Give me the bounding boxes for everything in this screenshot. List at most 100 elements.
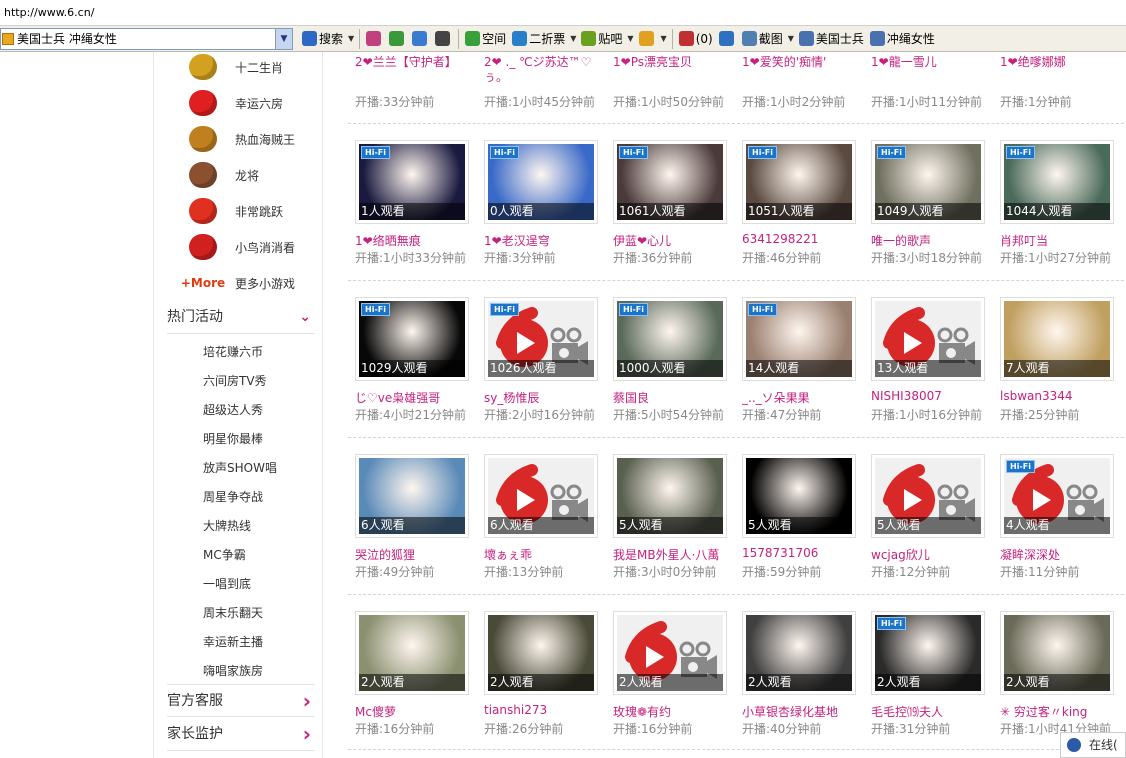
stream-card[interactable]: 5人观看 1578731706 开播:59分钟前	[742, 454, 867, 584]
toolbar-button[interactable]: 美国士兵	[796, 28, 867, 50]
stream-card[interactable]: 6人观看 壞ぁぇ乖 开播:13分钟前	[484, 454, 609, 584]
chevron-down-icon[interactable]: ⌄	[299, 301, 311, 334]
stream-thumbnail[interactable]: 6人观看	[488, 458, 594, 534]
activity-link[interactable]: 一唱到底	[203, 575, 251, 592]
stream-thumbnail-frame[interactable]: Hi-Fi 1人观看	[355, 140, 469, 224]
activity-link[interactable]: 六间房TV秀	[203, 372, 267, 389]
stream-name[interactable]: 2❤ ._ ℃ジ苏达™♡ぅ。	[484, 55, 604, 85]
stream-thumbnail[interactable]: Hi-Fi 4人观看	[1004, 458, 1110, 534]
stream-thumbnail[interactable]: 2人观看	[359, 615, 465, 691]
stream-card[interactable]: Hi-Fi 1051人观看 6341298221 开播:46分钟前	[742, 140, 867, 270]
stream-card[interactable]: 2人观看 tianshi273 开播:26分钟前	[484, 611, 609, 741]
stream-card[interactable]: 2人观看 Mc傻萝 开播:16分钟前	[355, 611, 480, 741]
stream-thumbnail-frame[interactable]: Hi-Fi 1000人观看	[613, 297, 727, 381]
search-input[interactable]: 美国士兵 冲绳女性 ▼	[0, 27, 293, 50]
address-bar[interactable]: http://www.6.cn/	[0, 0, 1126, 26]
official-service-link[interactable]: 官方客服 ›	[167, 684, 315, 717]
chevron-down-icon[interactable]: ▼	[625, 34, 635, 43]
stream-name[interactable]: 毛毛控⒆夫人	[871, 703, 996, 720]
stream-thumbnail-frame[interactable]: 2人观看	[613, 611, 727, 695]
stream-name[interactable]: 我是MB外星人·八萬	[613, 546, 738, 563]
stream-card[interactable]: Hi-Fi 1049人观看 唯一的歌声 开播:3小时18分钟前	[871, 140, 996, 270]
stream-name[interactable]: 蔡国良	[613, 389, 738, 406]
hot-activities-header[interactable]: 热门活动 ⌄	[167, 301, 315, 334]
stream-thumbnail[interactable]: Hi-Fi 1044人观看	[1004, 144, 1110, 220]
stream-name[interactable]: _.._ソ朵果果	[742, 389, 867, 406]
stream-thumbnail[interactable]: 7人观看	[1004, 301, 1110, 377]
activity-link[interactable]: 周末乐翻天	[203, 604, 263, 621]
activity-link[interactable]: 嗨唱家族房	[203, 662, 263, 679]
chevron-right-icon[interactable]: ›	[303, 685, 311, 718]
online-status[interactable]: 在线(	[1060, 732, 1126, 758]
stream-name[interactable]: じ♡ve枭雄强哥	[355, 389, 480, 406]
sidebar-game-item[interactable]: 非常跳跃	[184, 194, 283, 228]
toolbar-button[interactable]: (0)	[676, 28, 716, 50]
stream-thumbnail[interactable]: 13人观看	[875, 301, 981, 377]
stream-name[interactable]: 1❤绝嗲娜娜	[1000, 55, 1120, 85]
stream-thumbnail-frame[interactable]: Hi-Fi 1061人观看	[613, 140, 727, 224]
stream-card[interactable]: Hi-Fi 4人观看 凝眸深深处 开播:11分钟前	[1000, 454, 1125, 584]
stream-name[interactable]: lsbwan3344	[1000, 389, 1125, 403]
stream-thumbnail-frame[interactable]: Hi-Fi 1049人观看	[871, 140, 985, 224]
stream-name[interactable]: 哭泣的狐狸	[355, 546, 480, 563]
stream-card[interactable]: Hi-Fi 14人观看 _.._ソ朵果果 开播:47分钟前	[742, 297, 867, 427]
stream-thumbnail-frame[interactable]: 5人观看	[742, 454, 856, 538]
stream-thumbnail-frame[interactable]: 2人观看	[484, 611, 598, 695]
toolbar-button[interactable]: 搜索	[299, 28, 346, 50]
chevron-down-icon[interactable]: ▼	[346, 34, 356, 43]
sidebar-game-item[interactable]: 十二生肖	[184, 50, 283, 84]
chevron-right-icon[interactable]: ›	[303, 718, 311, 751]
stream-thumbnail[interactable]: 5人观看	[617, 458, 723, 534]
stream-card[interactable]: 2人观看 小草银杏绿化基地 开播:40分钟前	[742, 611, 867, 741]
stream-thumbnail[interactable]: 2人观看	[1004, 615, 1110, 691]
stream-card[interactable]: 5人观看 wcjag欣儿 开播:12分钟前	[871, 454, 996, 584]
stream-card[interactable]: Hi-Fi 1000人观看 蔡国良 开播:5小时54分钟前	[613, 297, 738, 427]
toolbar-button[interactable]	[432, 28, 455, 50]
stream-card[interactable]: Hi-Fi 1044人观看 肖邦叮当 开播:1小时27分钟前	[1000, 140, 1125, 270]
stream-name[interactable]: wcjag欣儿	[871, 546, 996, 563]
stream-thumbnail-frame[interactable]: Hi-Fi 14人观看	[742, 297, 856, 381]
toolbar-button[interactable]	[716, 28, 739, 50]
stream-thumbnail[interactable]: 2人观看	[746, 615, 852, 691]
chevron-down-icon[interactable]: ▼	[659, 34, 669, 43]
stream-thumbnail[interactable]: Hi-Fi 1051人观看	[746, 144, 852, 220]
stream-thumbnail[interactable]: Hi-Fi 1000人观看	[617, 301, 723, 377]
stream-thumbnail-frame[interactable]: 6人观看	[355, 454, 469, 538]
toolbar-button[interactable]: 贴吧	[578, 28, 625, 50]
stream-card[interactable]: Hi-Fi 1029人观看 じ♡ve枭雄强哥 开播:4小时21分钟前	[355, 297, 480, 427]
toolbar-button[interactable]	[409, 28, 432, 50]
stream-name[interactable]: sy_杨惟辰	[484, 389, 609, 406]
stream-thumbnail-frame[interactable]: 2人观看	[355, 611, 469, 695]
stream-name[interactable]: 1❤龍一雪儿	[871, 55, 991, 85]
stream-name[interactable]: 唯一的歌声	[871, 232, 996, 249]
stream-thumbnail-frame[interactable]: 2人观看	[742, 611, 856, 695]
stream-name[interactable]: ✳ 穷过客〃king	[1000, 703, 1125, 720]
stream-thumbnail[interactable]: Hi-Fi 1026人观看	[488, 301, 594, 377]
stream-name[interactable]: 2❤兰兰【守护者】	[355, 55, 475, 85]
stream-thumbnail-frame[interactable]: 5人观看	[613, 454, 727, 538]
parent-control-link[interactable]: 家长监护 ›	[167, 718, 315, 751]
stream-card[interactable]: Hi-Fi 2人观看 毛毛控⒆夫人 开播:31分钟前	[871, 611, 996, 741]
stream-name[interactable]: 1❤Ps漂亮宝贝	[613, 55, 733, 85]
sidebar-game-item[interactable]: 龙将	[184, 158, 259, 192]
stream-card[interactable]: Hi-Fi 1人观看 1❤络晒無痕 开播:1小时33分钟前	[355, 140, 480, 270]
stream-card[interactable]: Hi-Fi 0人观看 1❤老汉逞穹 开播:3分钟前	[484, 140, 609, 270]
toolbar-button[interactable]: 二折票	[509, 28, 568, 50]
stream-thumbnail[interactable]: Hi-Fi 1029人观看	[359, 301, 465, 377]
stream-thumbnail[interactable]: 5人观看	[875, 458, 981, 534]
sidebar-game-item[interactable]: 小鸟消消看	[184, 230, 295, 264]
chevron-down-icon[interactable]: ▼	[786, 34, 796, 43]
stream-thumbnail[interactable]: Hi-Fi 1人观看	[359, 144, 465, 220]
dropdown-arrow-icon[interactable]: ▼	[275, 28, 292, 49]
stream-card[interactable]: Hi-Fi 1061人观看 伊蓝❤心儿 开播:36分钟前	[613, 140, 738, 270]
activity-link[interactable]: 明星你最棒	[203, 430, 263, 447]
stream-name[interactable]: 1❤老汉逞穹	[484, 232, 609, 249]
stream-name[interactable]: 玫瑰❁有约	[613, 703, 738, 720]
stream-card[interactable]: 13人观看 NISHI38007 开播:1小时16分钟前	[871, 297, 996, 427]
stream-thumbnail[interactable]: Hi-Fi 1049人观看	[875, 144, 981, 220]
stream-thumbnail-frame[interactable]: Hi-Fi 1044人观看	[1000, 140, 1114, 224]
stream-name[interactable]: 凝眸深深处	[1000, 546, 1125, 563]
stream-name[interactable]: 6341298221	[742, 232, 867, 246]
stream-name[interactable]: 小草银杏绿化基地	[742, 703, 867, 720]
stream-thumbnail-frame[interactable]: 2人观看	[1000, 611, 1114, 695]
